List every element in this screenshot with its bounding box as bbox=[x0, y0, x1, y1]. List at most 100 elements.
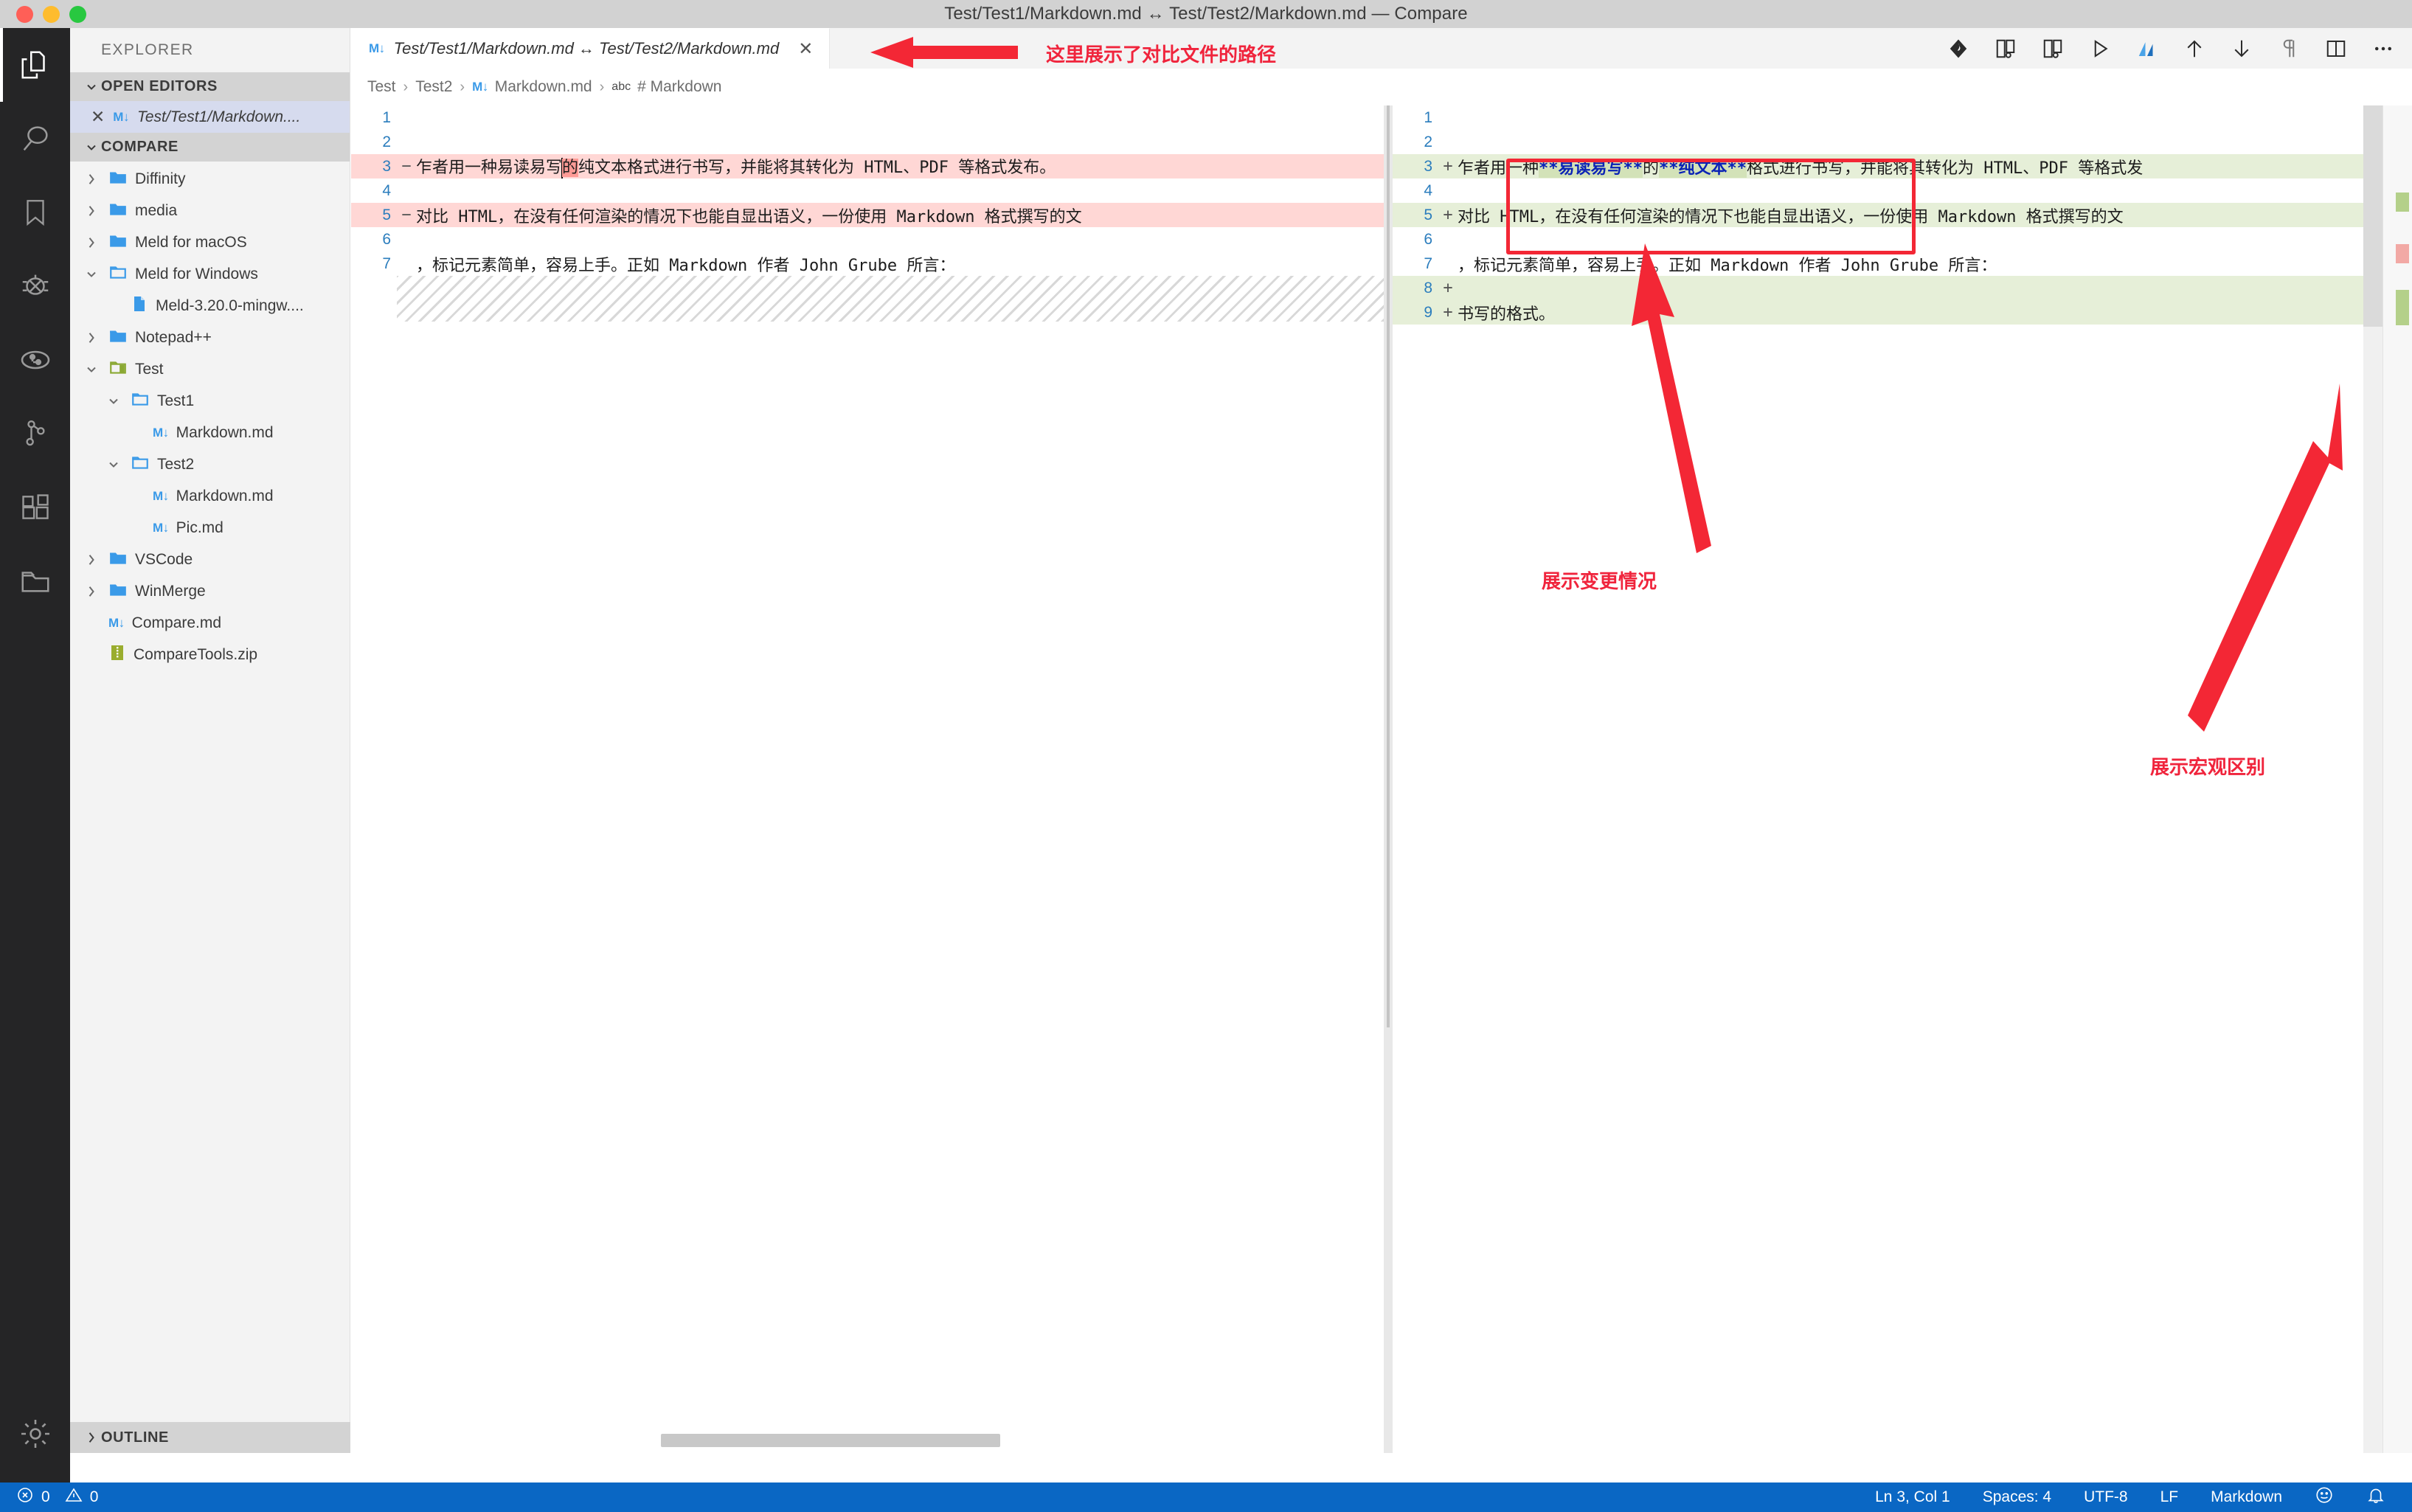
arrow-up-icon[interactable] bbox=[2182, 36, 2207, 61]
chevron-down-icon[interactable] bbox=[104, 394, 123, 409]
chevron-right-icon[interactable] bbox=[82, 330, 101, 345]
extensions-icon[interactable] bbox=[0, 471, 70, 544]
pilcrow-icon[interactable] bbox=[2276, 36, 2301, 61]
chevron-right-icon[interactable] bbox=[82, 584, 101, 599]
section-open-editors[interactable]: OPEN EDITORS bbox=[70, 72, 350, 101]
tab-compare-markdown[interactable]: M↓ Test/Test1/Markdown.md ↔ Test/Test2/M… bbox=[351, 28, 831, 69]
tree-item[interactable]: M↓ Markdown.md bbox=[70, 417, 350, 448]
tree-item[interactable]: Diffinity bbox=[70, 163, 350, 195]
line-number: 4 bbox=[1424, 181, 1432, 199]
diff-line[interactable]: 5− 对比 HTML，在没有任何渲染的情况下也能自显出语义，一份使用 Markdo… bbox=[351, 203, 1384, 227]
window-title: Test/Test1/Markdown.md ↔ Test/Test2/Mark… bbox=[944, 4, 1468, 24]
more-actions-icon[interactable] bbox=[2371, 36, 2396, 61]
tree-item[interactable]: WinMerge bbox=[70, 575, 350, 607]
breadcrumb-item[interactable]: Test2 bbox=[415, 78, 452, 96]
diff-line[interactable]: 1 bbox=[351, 105, 1384, 130]
diff-line[interactable]: 2 bbox=[351, 130, 1384, 154]
horizontal-scrollbar[interactable] bbox=[661, 1434, 1000, 1447]
zip-icon bbox=[108, 644, 126, 666]
chevron-right-icon[interactable] bbox=[82, 204, 101, 218]
diff-line[interactable]: 4 bbox=[1393, 178, 2412, 203]
arrow-down-icon[interactable] bbox=[2229, 36, 2254, 61]
eol[interactable]: LF bbox=[2160, 1488, 2179, 1506]
indentation[interactable]: Spaces: 4 bbox=[1983, 1488, 2051, 1506]
folder-icon[interactable] bbox=[0, 544, 70, 618]
diff-line[interactable]: 6 bbox=[1393, 227, 2412, 252]
breadcrumb-item[interactable]: M↓ Markdown.md bbox=[472, 78, 592, 96]
markdown-preview-icon[interactable] bbox=[2135, 36, 2160, 61]
tree-item[interactable]: media bbox=[70, 195, 350, 226]
folder-blue-icon bbox=[108, 199, 128, 223]
cursor-position[interactable]: Ln 3, Col 1 bbox=[1875, 1488, 1950, 1506]
preview-play-icon[interactable] bbox=[2087, 36, 2113, 61]
tree-item[interactable]: VSCode bbox=[70, 544, 350, 575]
diff-pane-left[interactable]: 1 2 3− 乍者用一种易读易写的纯文本格式进行书写，并能将其转化为 HTML、PDF… bbox=[351, 105, 1384, 1453]
tree-item[interactable]: M↓ Markdown.md bbox=[70, 480, 350, 512]
tree-item-label: VSCode bbox=[135, 550, 193, 568]
tree-item[interactable]: CompareTools.zip bbox=[70, 639, 350, 670]
diff-line[interactable]: 9 + 书写的格式。 bbox=[1393, 300, 2412, 325]
tree-item[interactable]: M↓ Pic.md bbox=[70, 512, 350, 544]
tree-item[interactable]: Notepad++ bbox=[70, 322, 350, 353]
tree-item[interactable]: Test2 bbox=[70, 448, 350, 480]
tree-item[interactable]: Meld for Windows bbox=[70, 258, 350, 290]
folder-blue-icon bbox=[108, 167, 128, 191]
diff-line[interactable]: 7 ，标记元素简单，容易上手。正如 Markdown 作者 John Grube … bbox=[1393, 252, 2412, 276]
search-icon[interactable] bbox=[0, 102, 70, 176]
settings-gear-icon[interactable] bbox=[0, 1397, 70, 1471]
git-graph-icon[interactable] bbox=[0, 397, 70, 471]
diff-line[interactable]: 7 ，标记元素简单，容易上手。正如 Markdown 作者 John Grube … bbox=[351, 252, 1384, 276]
diff-line[interactable]: 2 bbox=[1393, 130, 2412, 154]
debug-icon[interactable] bbox=[0, 249, 70, 323]
overview-ruler[interactable] bbox=[2382, 105, 2412, 1453]
chevron-down-icon[interactable] bbox=[104, 457, 123, 472]
source-control-circle-icon[interactable] bbox=[0, 323, 70, 397]
diff-line[interactable]: 5 + 对比 HTML，在没有任何渲染的情况下也能自显出语义，一份使用 Markdo… bbox=[1393, 203, 2412, 227]
diff-splitter[interactable] bbox=[1384, 105, 1393, 1453]
compare-left-icon[interactable] bbox=[1993, 36, 2018, 61]
tree-item[interactable]: Meld-3.20.0-mingw.... bbox=[70, 290, 350, 322]
breadcrumb-label: # Markdown bbox=[637, 78, 722, 95]
diff-line[interactable]: 6 bbox=[351, 227, 1384, 252]
tree-item[interactable]: Meld for macOS bbox=[70, 226, 350, 258]
minimap[interactable] bbox=[2363, 105, 2382, 1453]
section-outline-label: OUTLINE bbox=[101, 1429, 169, 1446]
breadcrumb-item[interactable]: abc # Markdown bbox=[611, 78, 721, 96]
breadcrumb-item[interactable]: Test bbox=[367, 78, 396, 96]
smiley-icon[interactable] bbox=[2315, 1485, 2334, 1509]
diff-line[interactable]: 8 + bbox=[1393, 276, 2412, 300]
diff-line[interactable]: 3− 乍者用一种易读易写的纯文本格式进行书写，并能将其转化为 HTML、PDF 等… bbox=[351, 154, 1384, 178]
chevron-right-icon[interactable] bbox=[82, 552, 101, 567]
chevron-down-icon[interactable] bbox=[82, 362, 101, 377]
compare-right-icon[interactable] bbox=[2040, 36, 2065, 61]
section-outline[interactable]: OUTLINE bbox=[70, 1422, 350, 1453]
chevron-down-icon[interactable] bbox=[82, 267, 101, 282]
diff-line[interactable]: 1 bbox=[1393, 105, 2412, 130]
tree-item-label: Meld for Windows bbox=[135, 265, 258, 282]
status-problems[interactable]: 0 0 bbox=[0, 1486, 98, 1508]
diff-line-text: 乍者用一种易读易写的纯文本格式进行书写，并能将其转化为 HTML、PDF 等格式… bbox=[415, 154, 1056, 178]
diff-sign: − bbox=[401, 206, 412, 224]
section-compare[interactable]: COMPARE bbox=[70, 133, 350, 162]
diff-line[interactable]: 3 + 乍者用一种**易读易写**的**纯文本**格式进行书写，并能将其转化为 HT… bbox=[1393, 154, 2412, 178]
diff-line[interactable]: 4 bbox=[351, 178, 1384, 203]
open-editor-item[interactable]: ✕ M↓ Test/Test1/Markdown.... bbox=[70, 101, 350, 133]
chevron-right-icon[interactable] bbox=[82, 172, 101, 187]
encoding[interactable]: UTF-8 bbox=[2084, 1488, 2128, 1506]
sidebar-title: EXPLORER bbox=[101, 41, 194, 58]
explorer-icon[interactable] bbox=[0, 28, 70, 102]
tree-item[interactable]: Test bbox=[70, 353, 350, 385]
breadcrumb-label: Markdown.md bbox=[494, 78, 592, 95]
tree-item[interactable]: Test1 bbox=[70, 385, 350, 417]
activity-bar bbox=[0, 28, 70, 1482]
close-icon[interactable]: ✕ bbox=[91, 107, 105, 127]
bookmark-icon[interactable] bbox=[0, 176, 70, 249]
chevron-right-icon[interactable] bbox=[82, 235, 101, 250]
bell-icon[interactable] bbox=[2366, 1485, 2385, 1509]
tree-item[interactable]: M↓ Compare.md bbox=[70, 607, 350, 639]
split-editor-icon[interactable] bbox=[2323, 36, 2349, 61]
diff-text-segment: 格式进行书写，并能将其转化为 HTML、PDF 等格式发 bbox=[1747, 159, 2144, 178]
diffinity-icon[interactable] bbox=[1946, 36, 1971, 61]
close-icon[interactable]: ✕ bbox=[798, 38, 813, 60]
language-mode[interactable]: Markdown bbox=[2211, 1488, 2282, 1506]
